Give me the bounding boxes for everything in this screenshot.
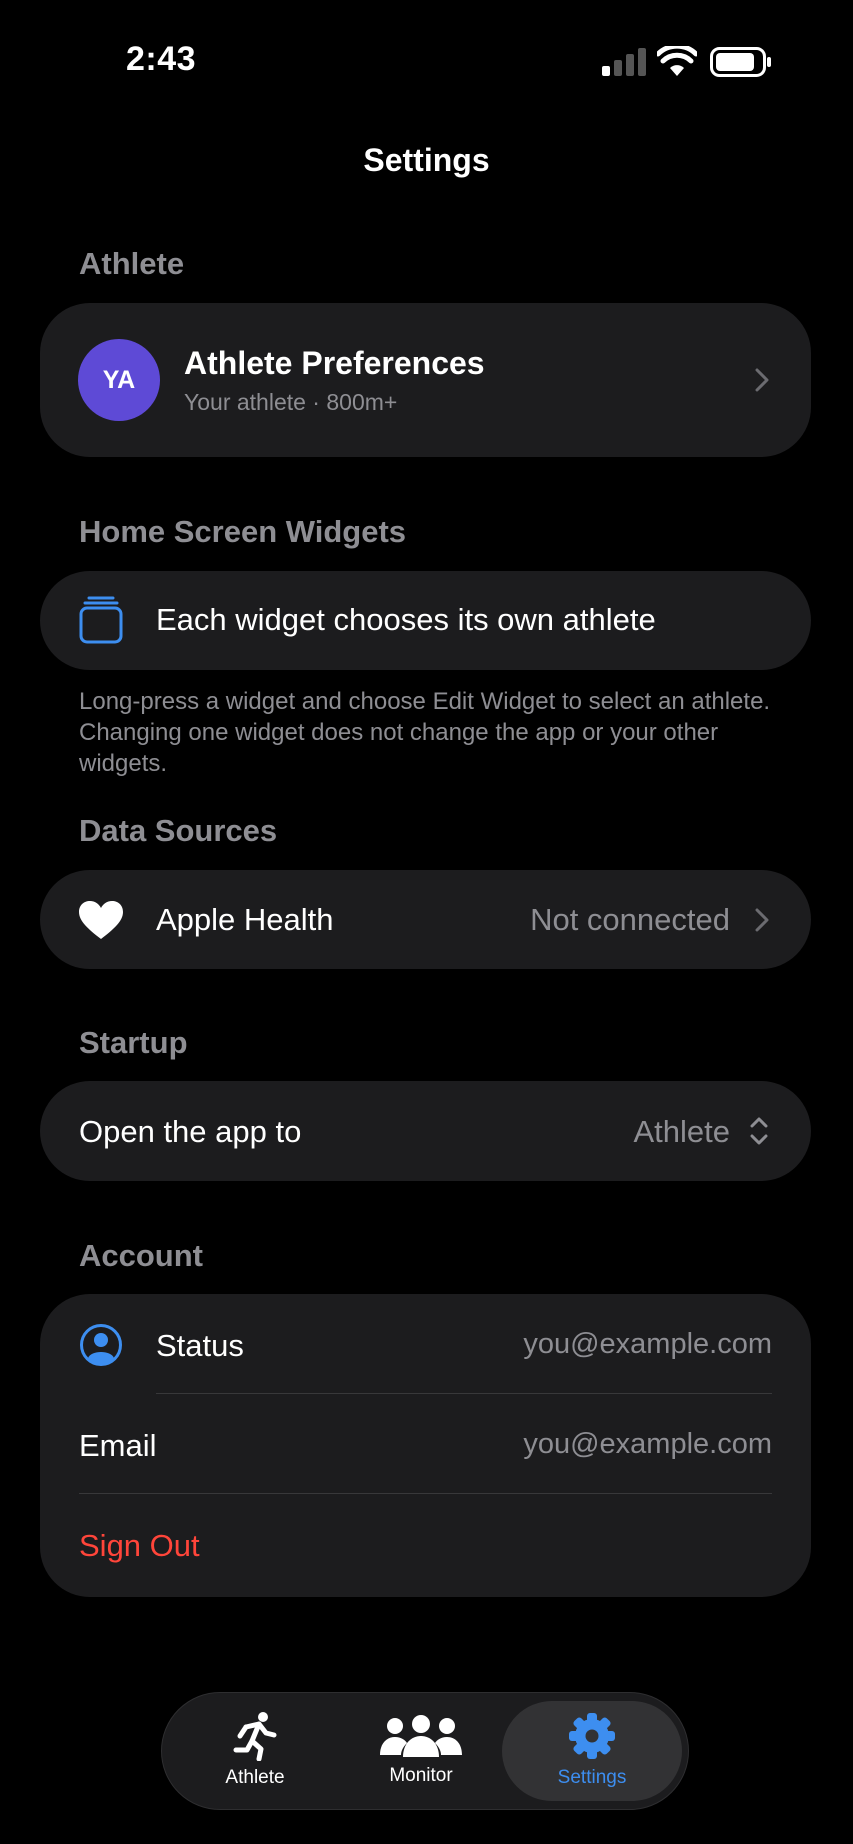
- widget-stack-icon: [79, 596, 123, 644]
- status-time: 2:43: [126, 40, 197, 78]
- widgets-footer-text: Long-press a widget and choose Edit Widg…: [79, 688, 771, 777]
- tab-monitor-label: Monitor: [389, 1765, 453, 1786]
- apple-health-status: Not connected: [530, 902, 730, 937]
- sign-out-button[interactable]: Sign Out: [40, 1494, 811, 1597]
- page-title: Settings: [363, 142, 490, 178]
- tab-athlete[interactable]: Athlete: [172, 1693, 338, 1811]
- chevron-right-icon: [755, 908, 769, 932]
- startup-picker-value[interactable]: Athlete: [633, 1114, 730, 1150]
- section-header-account: Account: [79, 1238, 203, 1273]
- startup-label: Open the app to: [79, 1114, 302, 1149]
- tab-monitor[interactable]: Monitor: [338, 1693, 504, 1811]
- runner-icon: [233, 1712, 277, 1761]
- tab-bar: Athlete Monitor Settings: [161, 1692, 689, 1810]
- tab-settings-label: Settings: [557, 1767, 627, 1788]
- account-status-row: Status you@example.com: [40, 1294, 811, 1394]
- chevron-up-down-icon: [750, 1117, 768, 1145]
- startup-row[interactable]: Open the app to Athlete: [40, 1081, 811, 1181]
- account-card: Status you@example.com Email you@example…: [40, 1294, 811, 1597]
- account-status-label: Status: [156, 1328, 244, 1363]
- group-icon: [380, 1715, 462, 1757]
- avatar-initials: YA: [102, 365, 136, 394]
- account-email-value: you@example.com: [523, 1428, 772, 1460]
- section-header-widgets: Home Screen Widgets: [79, 514, 407, 549]
- battery-icon: [710, 47, 771, 77]
- avatar: YA: [78, 339, 160, 421]
- person-circle-icon: [80, 1324, 122, 1366]
- section-header-startup: Startup: [79, 1025, 188, 1060]
- tab-settings[interactable]: Settings: [509, 1693, 675, 1811]
- chevron-right-icon: [755, 368, 769, 392]
- gear-icon: [569, 1713, 615, 1759]
- wifi-icon: [657, 46, 697, 76]
- widgets-row-label: Each widget chooses its own athlete: [156, 602, 656, 637]
- widgets-row: Each widget chooses its own athlete: [40, 571, 811, 670]
- athlete-preferences-row[interactable]: YA Athlete Preferences Your athlete · 80…: [40, 303, 811, 457]
- account-status-value: you@example.com: [523, 1328, 772, 1360]
- sign-out-label: Sign Out: [79, 1528, 200, 1563]
- athlete-preferences-title: Athlete Preferences: [184, 345, 485, 381]
- apple-health-row[interactable]: Apple Health Not connected: [40, 870, 811, 969]
- status-bar: 2:43: [0, 0, 853, 110]
- heart-icon: [79, 901, 123, 939]
- section-header-data-sources: Data Sources: [79, 813, 278, 848]
- section-header-athlete: Athlete: [79, 246, 185, 281]
- athlete-preferences-subtitle: Your athlete · 800m+: [184, 389, 398, 415]
- tab-athlete-label: Athlete: [225, 1767, 285, 1788]
- apple-health-label: Apple Health: [156, 902, 334, 937]
- account-email-label: Email: [79, 1428, 157, 1463]
- cellular-signal-icon: [602, 48, 646, 76]
- account-email-row: Email you@example.com: [40, 1394, 811, 1494]
